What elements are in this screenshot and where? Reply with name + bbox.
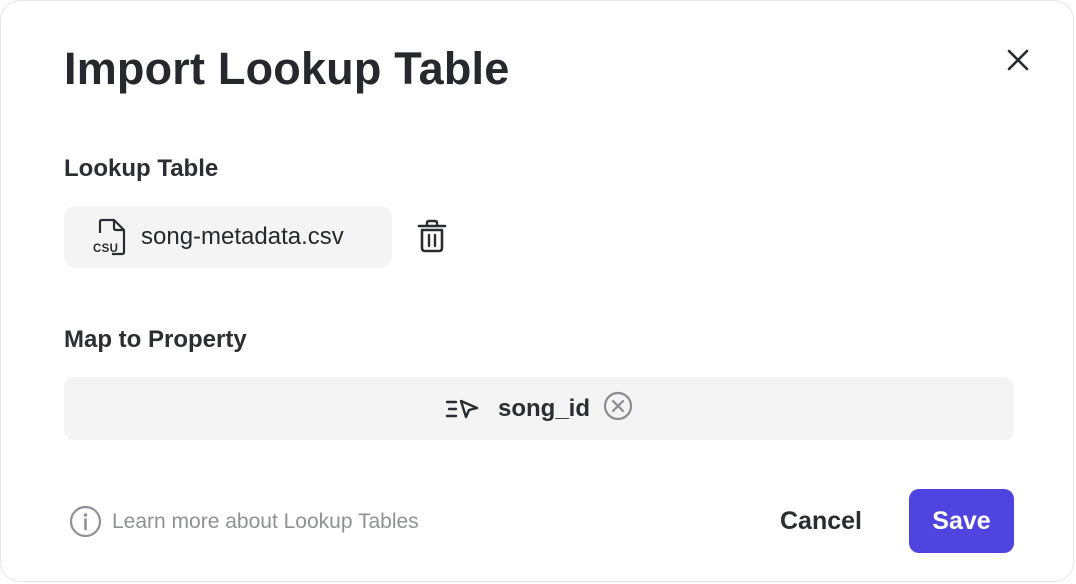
- event-property-icon: [444, 396, 480, 422]
- delete-file-button[interactable]: [414, 219, 450, 257]
- csv-file-icon: CSU: [92, 218, 128, 256]
- trash-icon: [415, 218, 449, 259]
- info-icon: [69, 505, 102, 538]
- dialog-title: Import Lookup Table: [64, 43, 510, 94]
- import-lookup-table-dialog: Import Lookup Table Lookup Table CSU son…: [0, 0, 1074, 582]
- svg-text:CSU: CSU: [93, 243, 118, 255]
- lookup-table-label: Lookup Table: [64, 155, 219, 182]
- close-button[interactable]: [1001, 45, 1035, 79]
- map-to-property-label: Map to Property: [64, 326, 247, 353]
- save-button[interactable]: Save: [909, 489, 1014, 553]
- learn-more-text: Learn more about Lookup Tables: [112, 509, 419, 533]
- lookup-table-file-chip: CSU song-metadata.csv: [64, 206, 392, 268]
- clear-property-button[interactable]: [602, 391, 634, 426]
- property-value: song_id: [497, 394, 590, 422]
- learn-more-link[interactable]: Learn more about Lookup Tables: [69, 505, 419, 538]
- file-name: song-metadata.csv: [141, 223, 344, 250]
- property-select[interactable]: song_id: [64, 377, 1014, 440]
- clear-circle-icon: [603, 391, 633, 426]
- cancel-button[interactable]: Cancel: [761, 495, 881, 547]
- close-icon: [1006, 48, 1030, 77]
